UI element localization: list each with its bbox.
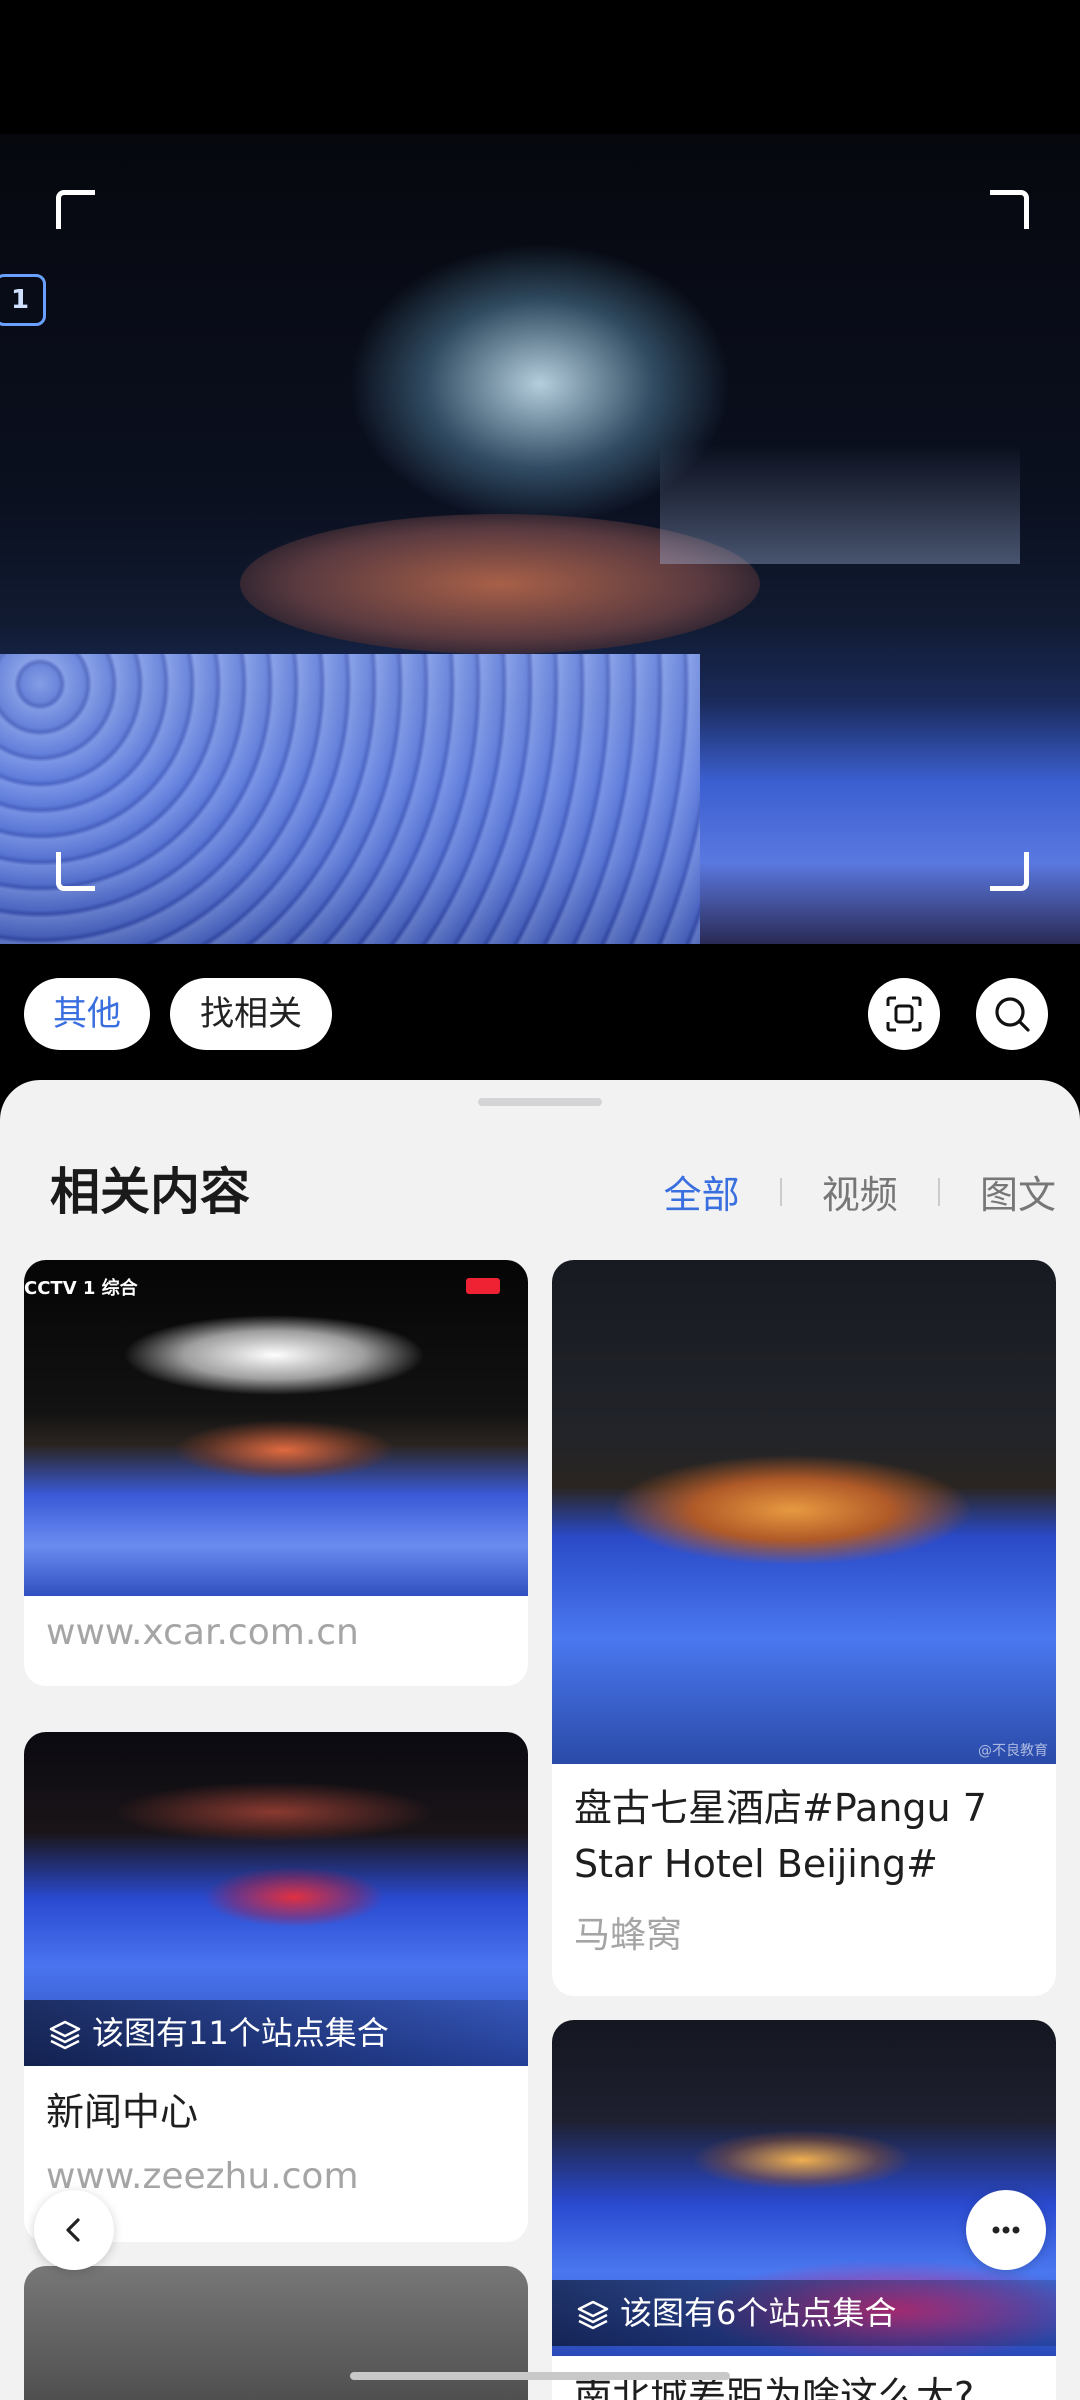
crop-corner-bottom-left[interactable]: [56, 852, 95, 891]
result-headline: 盘古七星酒店#Pangu 7 Star Hotel Beijing#: [574, 1786, 987, 1886]
filter-tabs: 全部 视频 图文: [664, 1164, 1056, 1219]
layers-icon: [49, 2020, 81, 2050]
drag-handle[interactable]: [478, 1098, 602, 1106]
tag-find-related[interactable]: 找相关: [170, 978, 332, 1050]
result-thumbnail: 该图有11个站点集合: [24, 1732, 528, 2066]
result-headline: 新闻中心: [46, 2090, 199, 2134]
result-thumbnail: 该图有6个站点集合: [552, 2020, 1056, 2356]
badge-text: 该图有6个站点集合: [620, 2294, 897, 2332]
status-bar: [0, 0, 1080, 134]
image-preview[interactable]: 1: [0, 134, 1080, 944]
site-collection-badge: 该图有6个站点集合: [552, 2280, 1056, 2346]
tag-other[interactable]: 其他: [24, 978, 150, 1050]
divider: [937, 1177, 940, 1206]
image-watermark: @不良教育: [978, 1743, 1048, 1759]
result-card[interactable]: @不良教育 盘古七星酒店#Pangu 7 Star Hotel Beijing#…: [552, 1260, 1056, 1996]
city-skyline: [660, 444, 1020, 564]
divider: [779, 1177, 782, 1206]
result-card[interactable]: 该图有11个站点集合 新闻中心 www.zeezhu.com: [24, 1732, 528, 2242]
search-button[interactable]: [976, 978, 1048, 1050]
back-button[interactable]: [34, 2190, 114, 2270]
result-card[interactable]: CCTV 1 综合 www.xcar.com.cn: [24, 1260, 528, 1686]
badge-text: 该图有11个站点集合: [92, 2014, 389, 2052]
gesture-bar[interactable]: [350, 2372, 730, 2380]
sheet-title: 相关内容: [50, 1163, 250, 1221]
result-source: www.zeezhu.com: [46, 2156, 359, 2197]
search-icon: [995, 997, 1030, 1032]
crop-corner-bottom-right[interactable]: [990, 852, 1029, 891]
crop-corner-top-left[interactable]: [56, 190, 95, 229]
layers-icon: [577, 2300, 609, 2330]
live-tag: [466, 1278, 500, 1294]
result-source: www.xcar.com.cn: [46, 1612, 359, 1653]
result-thumbnail: CCTV 1 综合: [24, 1260, 528, 1596]
result-thumbnail: @不良教育: [552, 1260, 1056, 1764]
channel-logo: 1: [0, 274, 46, 326]
results-sheet[interactable]: 相关内容 全部 视频 图文 CCTV 1 综合 www.xcar.com.cn …: [0, 1080, 1080, 2400]
channel-logo: CCTV 1 综合: [24, 1278, 138, 1299]
tab-all[interactable]: 全部: [664, 1164, 740, 1219]
site-collection-badge: 该图有11个站点集合: [24, 2000, 528, 2066]
scan-crop-icon: [886, 996, 922, 1032]
chevron-left-icon: [66, 2218, 80, 2242]
scan-crop-button[interactable]: [868, 978, 940, 1050]
crop-corner-top-right[interactable]: [990, 190, 1029, 229]
more-button[interactable]: [966, 2190, 1046, 2270]
tab-image-text[interactable]: 图文: [980, 1164, 1056, 1219]
more-dots-icon: [992, 2226, 1020, 2234]
result-source: 马蜂窝: [574, 1915, 683, 1956]
tab-video[interactable]: 视频: [822, 1164, 898, 1219]
